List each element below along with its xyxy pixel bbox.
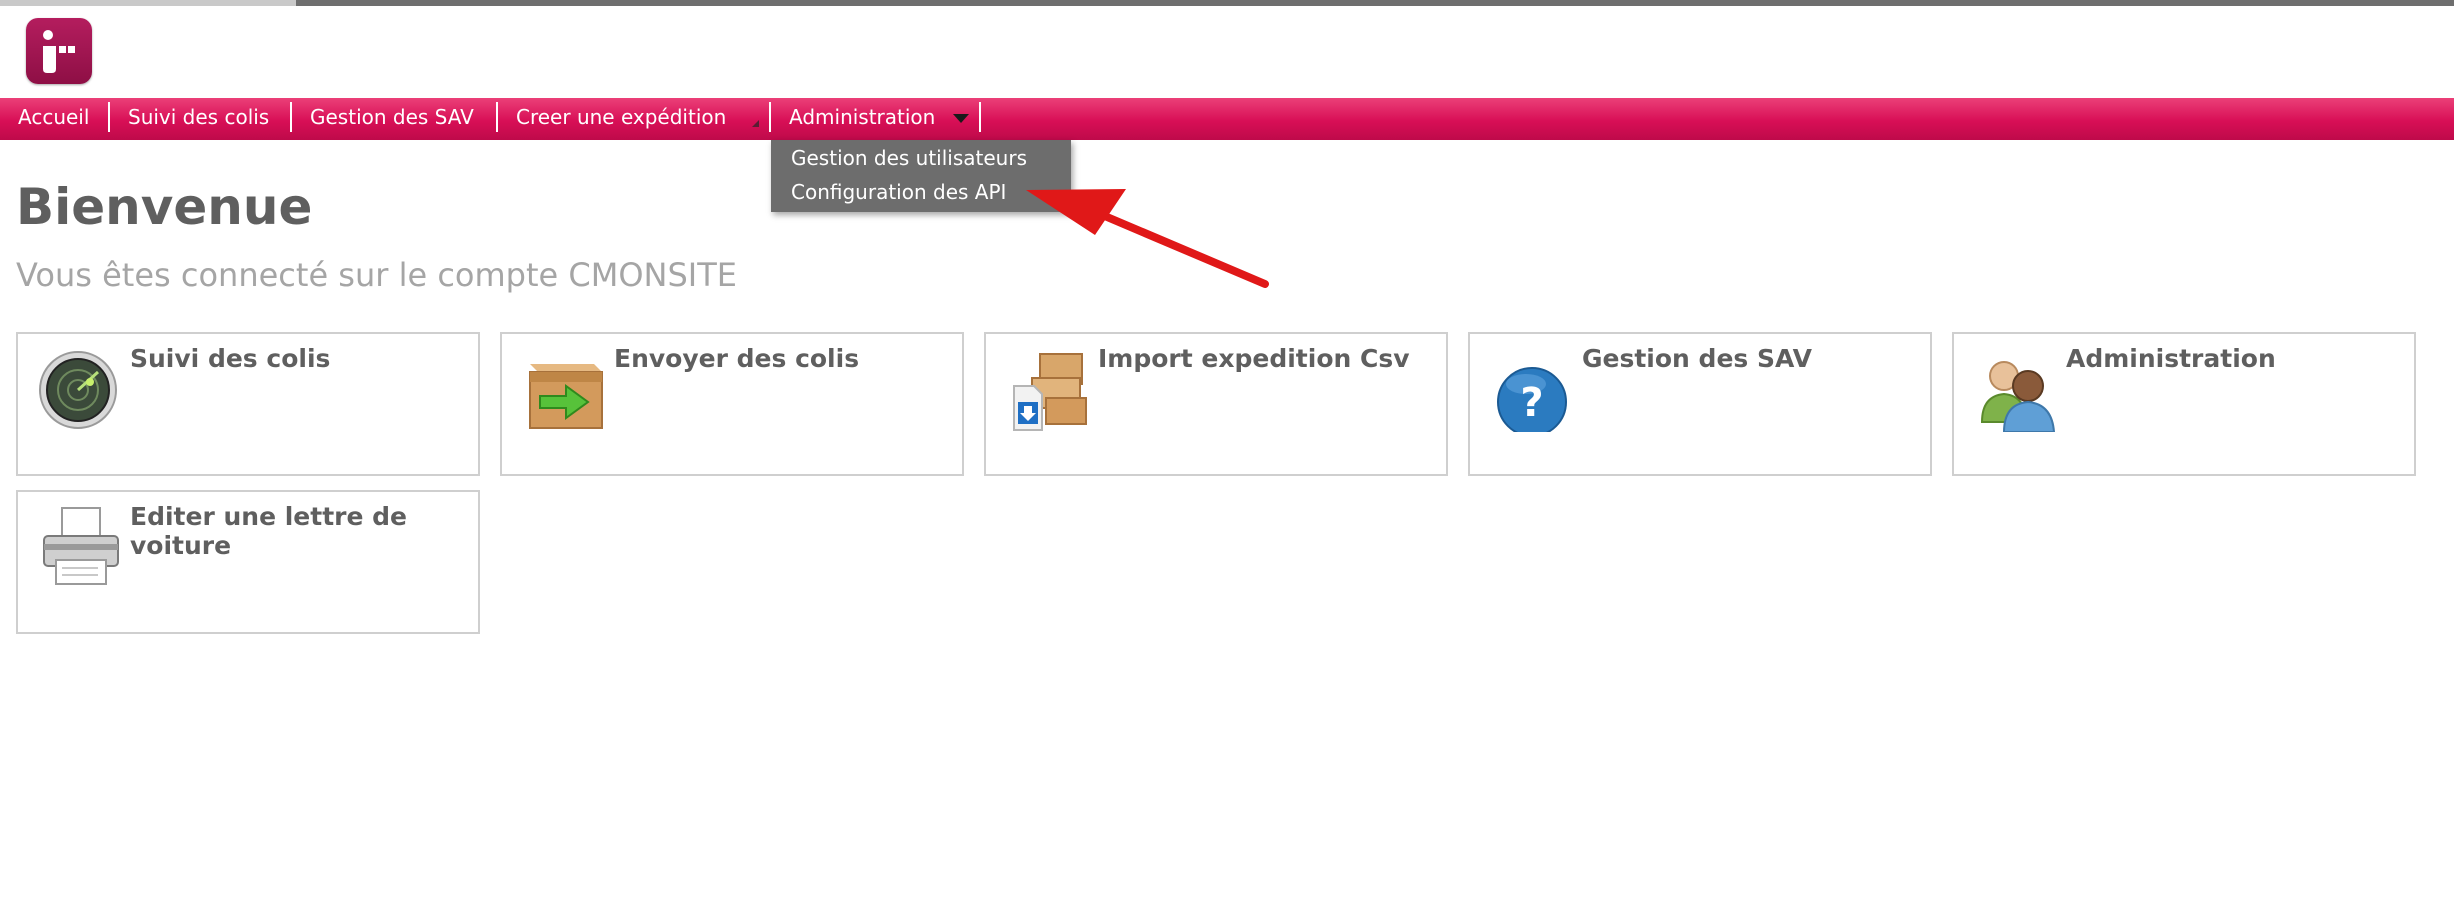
nav-item-label: Creer une expédition — [516, 105, 727, 129]
nav-item-label: Gestion des SAV — [310, 105, 474, 129]
tile-suivi-des-colis[interactable]: Suivi des colis — [16, 332, 480, 476]
svg-text:?: ? — [1520, 380, 1543, 426]
nav-item-creer-expedition[interactable]: Creer une expédition — [498, 98, 771, 140]
page-title: Bienvenue — [16, 178, 313, 236]
tile-envoyer-des-colis[interactable]: Envoyer des colis — [500, 332, 964, 476]
tile-import-expedition-csv[interactable]: Import expedition Csv — [984, 332, 1448, 476]
nav-item-gestion-des-sav[interactable]: Gestion des SAV — [292, 98, 498, 140]
shipping-box-icon — [529, 364, 603, 429]
main-navbar: Accueil Suivi des colis Gestion des SAV … — [0, 98, 2454, 140]
tile-label: Import expedition Csv — [1098, 344, 1410, 373]
nav-item-label: Accueil — [18, 105, 90, 129]
account-subtitle: Vous êtes connecté sur le compte CMONSIT… — [16, 256, 737, 294]
tile-editer-lettre-voiture[interactable]: Editer une lettre de voiture — [16, 490, 480, 634]
menu-item-gestion-utilisateurs[interactable]: Gestion des utilisateurs — [791, 146, 1027, 170]
window-top-strip — [0, 0, 2454, 6]
nav-separator — [979, 102, 981, 132]
import-boxes-icon — [1013, 353, 1087, 431]
nav-item-label: Suivi des colis — [128, 105, 270, 129]
nav-item-label: Administration — [789, 105, 936, 129]
brand-logo-icon — [43, 30, 75, 73]
menu-item-configuration-api[interactable]: Configuration des API — [791, 180, 1006, 204]
nav-item-administration[interactable]: Administration — [771, 98, 981, 140]
tile-label: Administration — [2066, 344, 2276, 373]
tile-label: Editer une lettre de voiture — [130, 502, 408, 560]
tile-administration[interactable]: Administration — [1952, 332, 2416, 476]
brand-logo[interactable] — [26, 18, 92, 84]
tile-label: Envoyer des colis — [614, 344, 860, 373]
annotation-arrow-icon — [1026, 189, 1269, 288]
tile-label: Gestion des SAV — [1582, 344, 1812, 373]
tile-label: Suivi des colis — [130, 344, 331, 373]
nav-item-suivi-des-colis[interactable]: Suivi des colis — [110, 98, 292, 140]
submenu-indicator-icon — [752, 120, 759, 127]
help-icon: ? — [1497, 367, 1567, 432]
users-icon — [1980, 361, 2056, 432]
window-top-strip-segment — [0, 0, 296, 6]
tile-gestion-des-sav[interactable]: ? Gestion des SAV — [1468, 332, 1932, 476]
nav-item-accueil[interactable]: Accueil — [0, 98, 110, 140]
printer-icon — [43, 507, 119, 585]
radar-icon — [39, 351, 117, 429]
chevron-down-icon — [953, 114, 969, 123]
